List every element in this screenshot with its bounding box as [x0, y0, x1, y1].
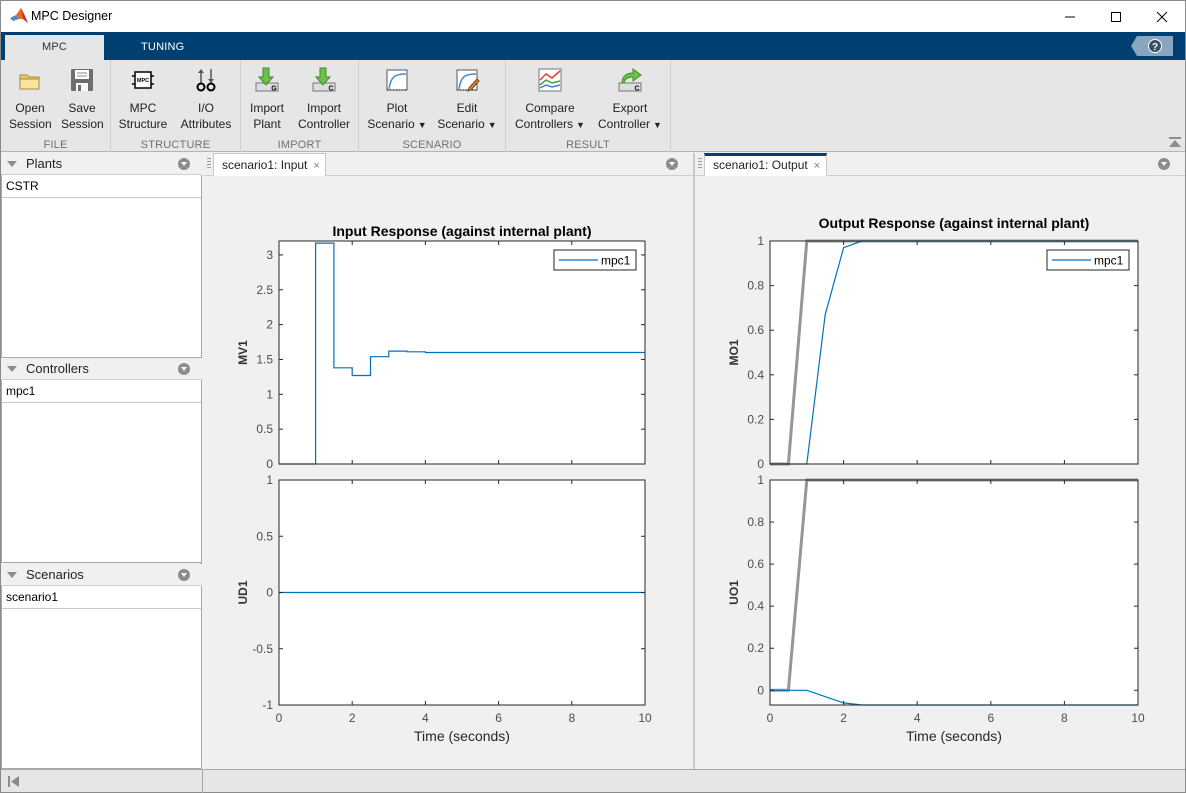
mo1-ytick-label: 0.6	[747, 323, 764, 337]
mv1-ytick-label: 1.5	[256, 352, 273, 366]
ud1-xtick-label: 6	[495, 711, 502, 725]
ud1-ytick-label: 1	[266, 473, 273, 487]
uo1-xtick-label: 2	[840, 711, 847, 725]
mo1-ytick-label: 1	[757, 234, 764, 248]
status-separator	[202, 770, 203, 793]
mo1-ytick-label: 0.4	[747, 368, 764, 382]
mv1-ytick-label: 2.5	[256, 283, 273, 297]
uo1-ytick-label: 0.6	[747, 557, 764, 571]
mv1-ylabel: MV1	[236, 340, 250, 365]
ud1-ylabel: UD1	[236, 580, 250, 604]
mo1-ytick-label: 0.8	[747, 279, 764, 293]
uo1-xtick-label: 8	[1061, 711, 1068, 725]
uo1-ytick-label: 0.4	[747, 599, 764, 613]
mv1-ytick-label: 2	[266, 318, 273, 332]
mo1-ytick-label: 0	[757, 457, 764, 471]
uo1-xtick-label: 6	[987, 711, 994, 725]
mo1-ylabel: MO1	[727, 339, 741, 365]
uo1-axes-background	[770, 480, 1138, 705]
mo1-legend-label: mpc1	[1094, 254, 1124, 268]
mv1-ytick-label: 0.5	[256, 422, 273, 436]
ud1-xtick-label: 0	[276, 711, 283, 725]
mpc-designer-window: MPC Designer MPC DESIGNER TUNING ?	[0, 0, 1186, 793]
mv1-ytick-label: 1	[266, 387, 273, 401]
ud1-xtick-label: 10	[638, 711, 652, 725]
ud1-ytick-label: 0.5	[256, 529, 273, 543]
ud1-xtick-label: 4	[422, 711, 429, 725]
uo1-xtick-label: 10	[1131, 711, 1145, 725]
uo1-ytick-label: 0.8	[747, 515, 764, 529]
uo1-ytick-label: 0	[757, 683, 764, 697]
response-plots: 0 0.5 1 1.5 2 2.5 3 MV1 Input Response (against …	[236, 215, 1145, 744]
mo1-ytick-label: 0.2	[747, 412, 764, 426]
ud1-xtick-label: 8	[568, 711, 575, 725]
status-bar	[1, 769, 1185, 793]
uo1-xtick-label: 0	[767, 711, 774, 725]
ud1-xtick-label: 2	[349, 711, 356, 725]
mv1-title: Input Response (against internal plant)	[332, 223, 591, 239]
uo1-ylabel: UO1	[727, 580, 741, 605]
uo1-ytick-label: 0.2	[747, 641, 764, 655]
collapse-left-pane-icon[interactable]	[8, 776, 19, 787]
uo1-xtick-label: 4	[914, 711, 921, 725]
ud1-ytick-label: -1	[262, 698, 273, 712]
uo1-ytick-label: 1	[757, 473, 764, 487]
mv1-ytick-label: 3	[266, 248, 273, 262]
mv1-legend-label: mpc1	[601, 254, 631, 268]
uo1-xlabel: Time (seconds)	[906, 728, 1002, 744]
ud1-ytick-label: -0.5	[252, 642, 273, 656]
mv1-ytick-label: 0	[266, 457, 273, 471]
ud1-xlabel: Time (seconds)	[414, 728, 510, 744]
mo1-title: Output Response (against internal plant)	[819, 215, 1090, 231]
ud1-ytick-label: 0	[266, 586, 273, 600]
mo1-axes-background	[770, 241, 1138, 464]
